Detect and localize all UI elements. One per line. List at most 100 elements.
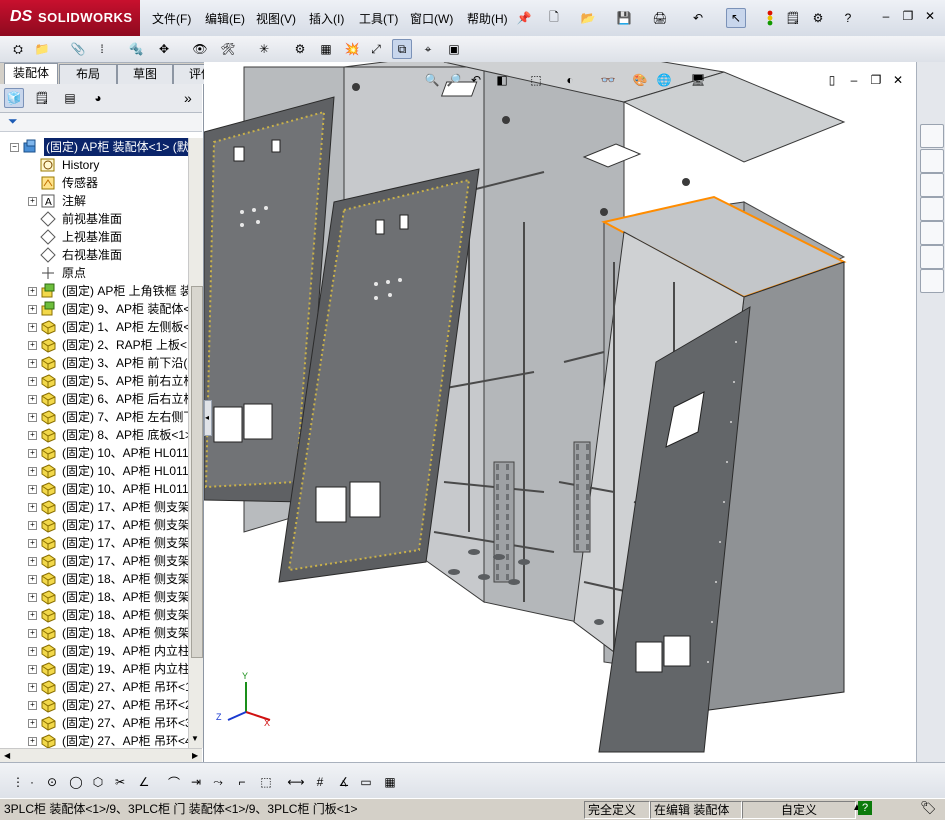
arc-icon[interactable]: ⌒ — [164, 772, 184, 792]
scroll-right-icon[interactable]: ▶ — [192, 751, 198, 760]
tree-item[interactable]: 右视基准面 — [0, 246, 188, 264]
tree-item[interactable]: + (固定) 18、AP柜 侧支架 — [0, 570, 188, 588]
linear-pattern-icon[interactable]: ⁞ — [92, 39, 112, 59]
solidworks-logo[interactable]: DS SOLIDWORKS — [0, 0, 140, 36]
expand-node-icon[interactable]: + — [28, 305, 37, 314]
viewport-close-icon[interactable]: ✕ — [888, 70, 908, 90]
point-icon[interactable]: · — [22, 772, 42, 792]
instant3d-icon[interactable]: ⌖ — [418, 39, 438, 59]
menu-window[interactable]: 窗口(W) — [410, 10, 453, 27]
property-manager-tab-icon[interactable]: 🗒 — [32, 88, 52, 108]
display-manager-tab-icon[interactable]: ◕ — [88, 88, 108, 108]
menu-help[interactable]: 帮助(H) — [467, 10, 508, 27]
tree-item[interactable]: History — [0, 156, 188, 174]
expand-node-icon[interactable]: + — [28, 431, 37, 440]
tree-item[interactable]: + (固定) 17、AP柜 侧支架 — [0, 534, 188, 552]
tree-item[interactable]: + (固定) 17、AP柜 侧支架 — [0, 516, 188, 534]
interference-detection-icon[interactable]: ⧉ — [392, 39, 412, 59]
smart-fasteners-icon[interactable]: 🔩 — [126, 39, 146, 59]
undo-icon[interactable]: ↶ — [688, 8, 708, 28]
large-assembly-mode-icon[interactable]: ▣ — [444, 39, 464, 59]
display-delete-relations-icon[interactable]: ▭ — [356, 772, 376, 792]
scroll-left-icon[interactable]: ◀ — [4, 751, 10, 760]
expand-node-icon[interactable]: + — [28, 593, 37, 602]
tree-item[interactable]: + (固定) 18、AP柜 侧支架 — [0, 624, 188, 642]
tree-item[interactable]: + (固定) 17、AP柜 侧支架 — [0, 498, 188, 516]
menu-file[interactable]: 文件(F) — [152, 10, 191, 27]
expand-node-icon[interactable]: + — [28, 557, 37, 566]
insert-component-icon[interactable]: ⛭ — [8, 39, 28, 59]
expand-panel-icon[interactable]: » — [184, 90, 192, 106]
scroll-down-icon[interactable]: ▼ — [191, 734, 199, 743]
offset-icon[interactable]: ⤳ — [208, 772, 228, 792]
cabinet-model-view[interactable] — [204, 62, 916, 762]
expand-node-icon[interactable]: + — [28, 629, 37, 638]
tree-item[interactable]: + (固定) 27、AP柜 吊环<2 — [0, 696, 188, 714]
trim-icon[interactable]: ✂ — [110, 772, 130, 792]
expand-node-icon[interactable]: + — [28, 539, 37, 548]
open-icon[interactable]: 📂 — [578, 8, 598, 28]
expand-node-icon[interactable]: + — [28, 647, 37, 656]
angle-icon[interactable]: ∡ — [334, 772, 354, 792]
collapse-node-icon[interactable]: − — [10, 143, 19, 152]
new-part-icon[interactable]: 📁 — [32, 39, 52, 59]
tree-item[interactable]: + A 注解 — [0, 192, 188, 210]
tree-horizontal-scrollbar[interactable]: ◀ ▶ — [0, 748, 202, 763]
appearances-icon[interactable] — [920, 245, 944, 269]
tree-item[interactable]: + (固定) 8、AP柜 底板<1> — [0, 426, 188, 444]
expand-node-icon[interactable]: + — [28, 323, 37, 332]
design-library-icon[interactable] — [920, 173, 944, 197]
print-icon[interactable]: 🖨 — [650, 8, 670, 28]
expand-node-icon[interactable]: + — [28, 467, 37, 476]
assembly-features-icon[interactable]: 🛠 — [218, 39, 238, 59]
tree-filter-bar[interactable]: ⏷ — [0, 113, 202, 132]
apply-scene-icon[interactable]: 🌐 — [654, 70, 674, 90]
tab-layout[interactable]: 布局 — [59, 64, 117, 84]
tree-item[interactable]: + (固定) 27、AP柜 吊环<3 — [0, 714, 188, 732]
reference-geometry-icon[interactable]: ✳ — [254, 39, 274, 59]
restore-icon[interactable]: ❐ — [898, 6, 918, 26]
menu-view[interactable]: 视图(V) — [256, 10, 296, 27]
bill-of-materials-icon[interactable]: ▦ — [316, 39, 336, 59]
sketch-table-icon[interactable]: ▦ — [380, 772, 400, 792]
zoom-to-area-icon[interactable]: 🔎 — [444, 70, 464, 90]
circle-icon[interactable]: ◯ — [66, 772, 86, 792]
graphics-viewport[interactable]: 🔍 🔎 ↶ ◧ ⬚ ◐ 👓 🎨 🌐 🖥 ▯ – ❐ ✕ ◂ Y X Z — [204, 62, 916, 762]
help-icon[interactable]: ? — [838, 8, 858, 28]
polygon-icon[interactable]: ⬡ — [88, 772, 108, 792]
help-status-icon[interactable]: ? — [858, 801, 872, 815]
rectangle-icon[interactable]: ⬚ — [256, 772, 276, 792]
tree-item[interactable]: + (固定) 2、RAP柜 上板<1 — [0, 336, 188, 354]
previous-view-icon[interactable]: ↶ — [466, 70, 486, 90]
exploded-view-icon[interactable]: 💥 — [342, 39, 362, 59]
rebuild-icon[interactable] — [760, 8, 780, 28]
tree-item[interactable]: + (固定) 27、AP柜 吊环<4 — [0, 732, 188, 748]
status-units[interactable]: 自定义 — [742, 801, 856, 819]
custom-properties-icon[interactable] — [920, 269, 944, 293]
tab-sketch[interactable]: 草图 — [117, 64, 173, 84]
tree-item[interactable]: + (固定) 7、AP柜 左右侧下 — [0, 408, 188, 426]
tree-item[interactable]: + (固定) 18、AP柜 侧支架 — [0, 606, 188, 624]
tree-item[interactable]: 前视基准面 — [0, 210, 188, 228]
expand-node-icon[interactable]: + — [28, 701, 37, 710]
tree-item[interactable]: + (固定) 17、AP柜 侧支架 — [0, 552, 188, 570]
expand-node-icon[interactable]: + — [28, 341, 37, 350]
move-component-icon[interactable]: ✥ — [154, 39, 174, 59]
tree-item[interactable]: + (固定) 19、AP柜 内立柱 — [0, 642, 188, 660]
tree-item[interactable]: + (固定) 10、AP柜 HL011- — [0, 462, 188, 480]
expand-node-icon[interactable]: + — [28, 287, 37, 296]
menu-insert[interactable]: 插入(I) — [309, 10, 344, 27]
tree-item[interactable]: + (固定) 18、AP柜 侧支架 — [0, 588, 188, 606]
line-icon[interactable]: ∠ — [134, 772, 154, 792]
dimension-icon[interactable]: ⟷ — [286, 772, 306, 792]
view-palette-icon[interactable] — [920, 221, 944, 245]
new-document-icon[interactable]: 🗋 — [544, 8, 564, 28]
tree-item[interactable]: + (固定) 9、AP柜 装配体< — [0, 300, 188, 318]
expand-node-icon[interactable]: + — [28, 377, 37, 386]
tree-item[interactable]: + (固定) 1、AP柜 左侧板< — [0, 318, 188, 336]
file-properties-icon[interactable]: 🗒 — [783, 8, 803, 28]
solidworks-resources-icon[interactable] — [920, 124, 944, 148]
tag-icon[interactable]: 🏷 — [920, 800, 937, 816]
tree-item[interactable]: + (固定) 5、AP柜 前右立柱 — [0, 372, 188, 390]
options-icon[interactable]: ⚙ — [808, 8, 828, 28]
